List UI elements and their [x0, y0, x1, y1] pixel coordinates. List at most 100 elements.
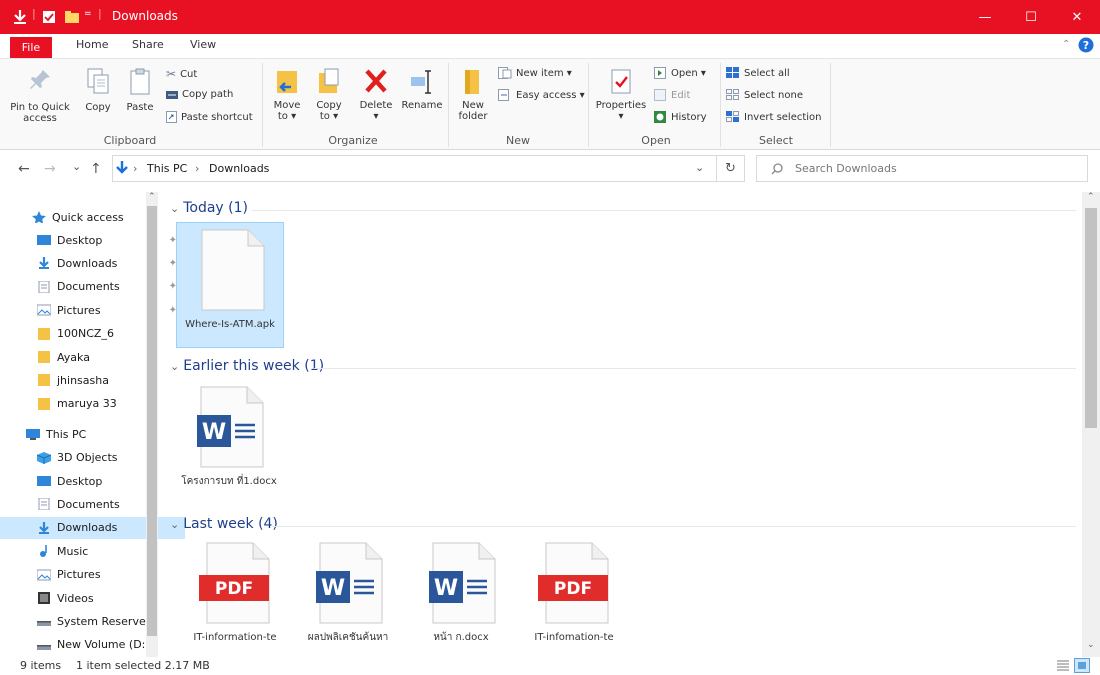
new-folder-button[interactable]: New folder	[454, 67, 492, 122]
window-title: Downloads	[112, 9, 178, 23]
properties-button[interactable]: Properties ▾	[594, 67, 648, 122]
details-view-icon[interactable]	[1056, 659, 1070, 672]
select-all-button[interactable]: Select all	[726, 67, 790, 79]
select-none-button[interactable]: Select none	[726, 89, 803, 101]
group-header[interactable]: ⌄ Last week (4)	[170, 516, 278, 532]
organize-group-label: Organize	[328, 134, 378, 147]
history-button[interactable]: History	[654, 111, 707, 123]
copy-icon	[87, 68, 109, 94]
file-item[interactable]: W หน้า ก.docx	[408, 536, 514, 654]
tab-file[interactable]: File	[10, 37, 52, 58]
paste-button[interactable]: Paste	[124, 67, 156, 113]
new-folder-quick-icon[interactable]	[64, 9, 80, 25]
copy-to-icon	[319, 68, 339, 93]
download-arrow-icon	[116, 161, 128, 174]
content-scrollbar[interactable]: ⌃ ⌄	[1082, 192, 1100, 657]
cut-button[interactable]: ✂ Cut	[166, 67, 197, 81]
breadcrumb-separator: ›	[133, 162, 138, 175]
easy-access-button[interactable]: Easy access ▾	[498, 89, 585, 101]
nav-item-label: Documents	[57, 497, 120, 511]
invert-selection-button[interactable]: Invert selection	[726, 111, 822, 123]
copy-to-button[interactable]: Copy to ▾	[312, 67, 346, 122]
nav-scrollbar[interactable]: ⌃	[146, 192, 158, 657]
pin-icon	[30, 70, 50, 89]
pin-to-quick-access-button[interactable]: Pin to Quick access	[10, 67, 70, 124]
file-name: หน้า ก.docx	[433, 632, 489, 643]
file-list: ⌄ Today (1) Where-Is-ATM.apk ⌄ Earlier this …	[162, 192, 1082, 657]
new-item-button[interactable]: New item ▾	[498, 67, 572, 79]
folder-icon	[38, 351, 50, 363]
move-to-button[interactable]: Move to ▾	[270, 67, 304, 122]
download-arrow-icon[interactable]	[12, 9, 28, 25]
search-icon	[771, 163, 783, 175]
documents-icon	[38, 498, 50, 511]
word-document-icon: W	[429, 542, 496, 624]
file-name: IT-information-te	[193, 632, 277, 643]
select-none-icon	[726, 89, 739, 100]
properties-quick-icon[interactable]	[42, 9, 56, 25]
tab-home[interactable]: Home	[76, 38, 108, 51]
scroll-up-icon[interactable]: ⌃	[148, 192, 156, 202]
file-item[interactable]: PDF IT-infomation-te	[521, 536, 627, 654]
breadcrumb-this-pc[interactable]: This PC	[147, 162, 187, 175]
nav-item-label: This PC	[46, 427, 87, 441]
file-item[interactable]: W โครงการบท ที่1.docx	[176, 380, 282, 510]
select-group-label: Select	[759, 134, 793, 147]
group-header[interactable]: ⌄ Today (1)	[170, 200, 248, 216]
tab-share[interactable]: Share	[132, 38, 164, 51]
edit-icon	[654, 89, 666, 101]
maximize-button[interactable]: ☐	[1008, 0, 1054, 34]
pictures-icon	[37, 304, 51, 316]
recent-locations-button[interactable]: ⌄	[72, 160, 81, 173]
address-bar[interactable]: › This PC › Downloads ⌄	[112, 155, 717, 182]
edit-button[interactable]: Edit	[654, 89, 690, 101]
desktop-icon	[37, 476, 51, 486]
file-item[interactable]: W ผลปพลิเคชันค้นหา	[295, 536, 401, 654]
rename-button[interactable]: Rename	[400, 67, 444, 111]
breadcrumb-separator: ›	[195, 162, 200, 175]
breadcrumb-downloads[interactable]: Downloads	[209, 162, 269, 175]
back-button[interactable]: ←	[18, 161, 30, 177]
refresh-button[interactable]: ↻	[717, 155, 745, 182]
copy-path-button[interactable]: Copy path	[166, 89, 233, 100]
nav-item-label: 100NCZ_6	[57, 327, 114, 341]
status-bar: 9 items 1 item selected 2.17 MB	[0, 657, 1100, 675]
copy-button[interactable]: Copy	[82, 67, 114, 113]
search-box[interactable]: Search Downloads	[756, 155, 1088, 182]
delete-button[interactable]: Delete ▾	[356, 67, 396, 122]
svg-text:PDF: PDF	[554, 579, 592, 599]
nav-scroll-thumb[interactable]	[147, 206, 157, 636]
minimize-button[interactable]: —	[962, 0, 1008, 34]
file-name: โครงการบท ที่1.docx	[181, 476, 277, 487]
help-icon[interactable]: ?	[1078, 37, 1094, 53]
nav-item-label: New Volume (D: ⌄	[57, 638, 159, 652]
3d-objects-icon	[37, 451, 51, 464]
open-button[interactable]: Open ▾	[654, 67, 706, 79]
file-item[interactable]: PDF IT-information-te	[182, 536, 288, 654]
up-button[interactable]: ↑	[90, 161, 102, 177]
svg-text:W: W	[434, 576, 458, 601]
word-document-icon: W	[197, 386, 264, 468]
quick-access-toolbar-dropdown-icon[interactable]: =	[84, 9, 92, 25]
collapse-ribbon-icon[interactable]: ⌃	[1062, 39, 1070, 50]
group-header[interactable]: ⌄ Earlier this week (1)	[170, 358, 324, 374]
scroll-up-icon[interactable]: ⌃	[1087, 192, 1095, 202]
file-item[interactable]: Where-Is-ATM.apk	[176, 222, 284, 348]
group-header-label: Today (1)	[183, 200, 248, 216]
open-icon	[654, 67, 666, 79]
tab-view[interactable]: View	[190, 38, 216, 51]
scroll-down-icon[interactable]: ⌄	[1087, 640, 1095, 650]
new-folder-icon	[465, 70, 479, 94]
paste-shortcut-button[interactable]: Paste shortcut	[166, 111, 253, 123]
nav-item-label: Pictures	[57, 303, 101, 317]
selection-info: 1 item selected 2.17 MB	[76, 659, 210, 672]
address-dropdown-icon[interactable]: ⌄	[695, 161, 704, 174]
content-scroll-thumb[interactable]	[1085, 208, 1097, 428]
forward-button[interactable]: →	[44, 161, 56, 177]
close-button[interactable]: ✕	[1054, 0, 1100, 34]
nav-item-label: Quick access	[52, 210, 124, 224]
pictures-icon	[37, 569, 51, 581]
this-pc-icon	[26, 429, 40, 441]
nav-item-label: Downloads	[57, 521, 118, 535]
large-icons-view-icon[interactable]	[1074, 658, 1090, 673]
